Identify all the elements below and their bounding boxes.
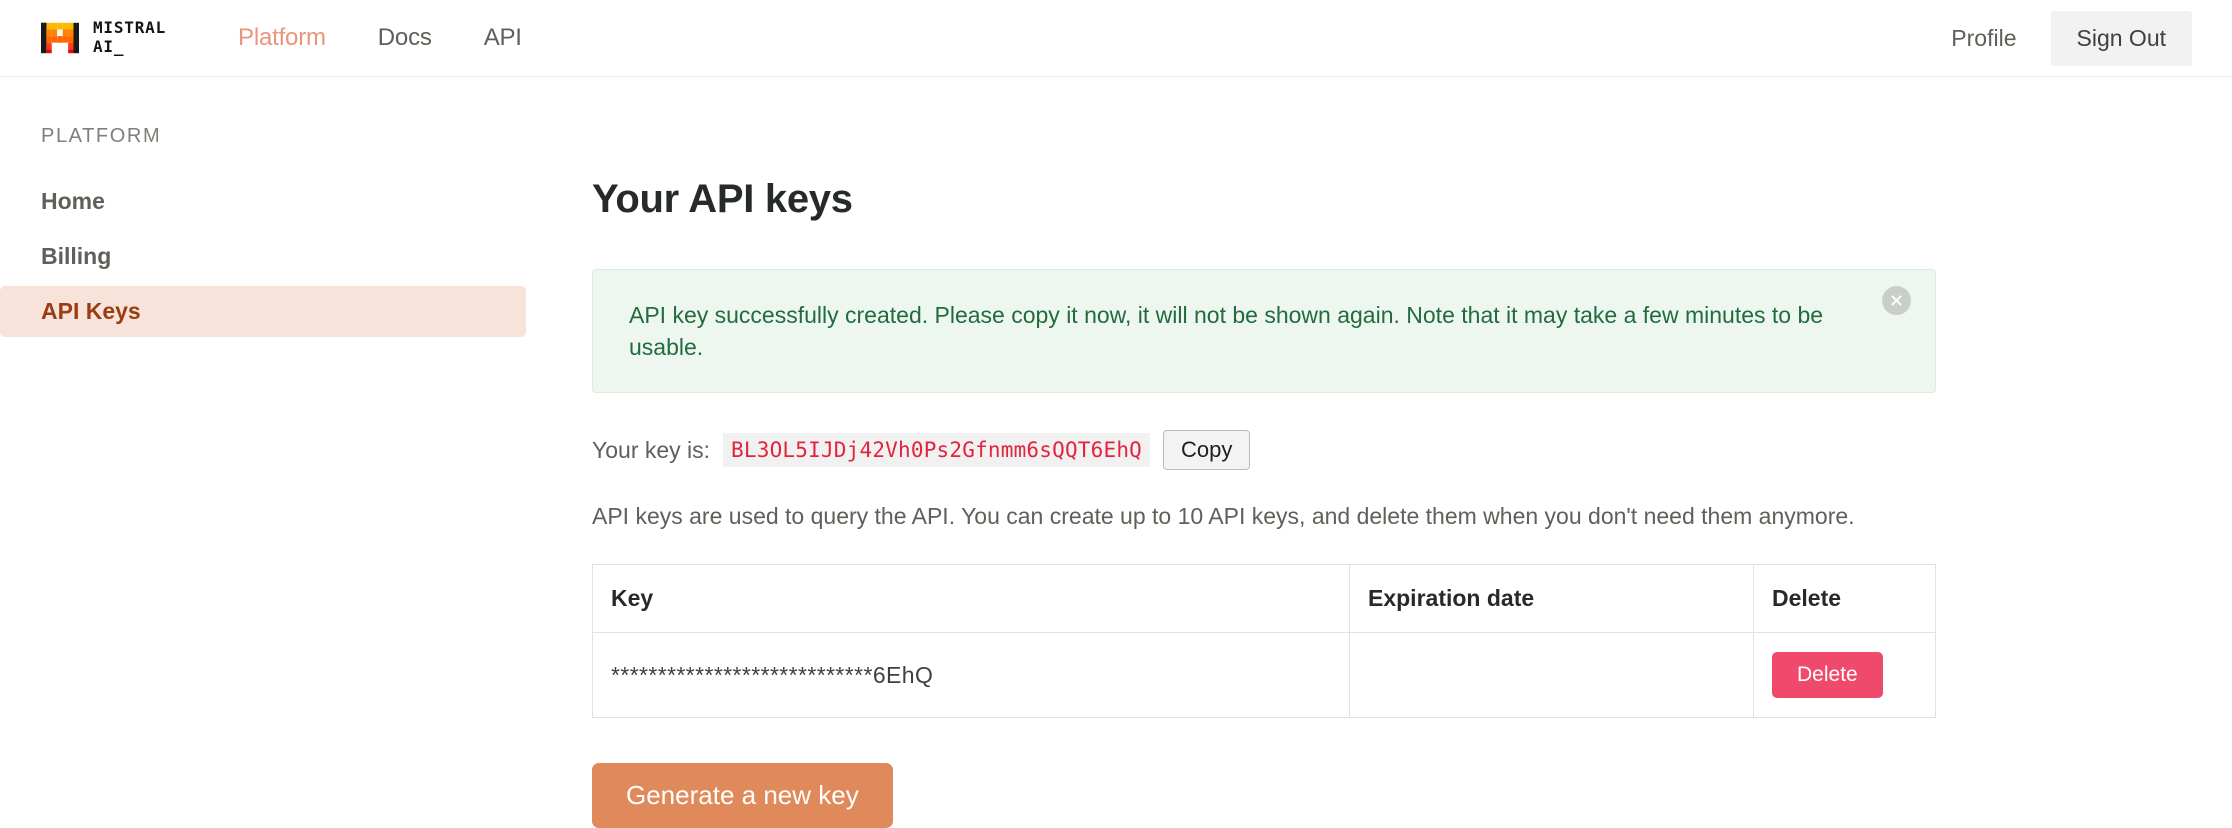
sidebar-item-home[interactable]: Home bbox=[0, 176, 526, 227]
top-navbar: MISTRAL AI_ Platform Docs API Profile Si… bbox=[0, 0, 2232, 77]
generate-new-key-button[interactable]: Generate a new key bbox=[592, 763, 893, 828]
delete-key-button[interactable]: Delete bbox=[1772, 652, 1883, 699]
brand-logo-link[interactable]: MISTRAL AI_ bbox=[41, 19, 166, 57]
alert-message: API key successfully created. Please cop… bbox=[629, 302, 1824, 361]
api-keys-table: Key Expiration date Delete *************… bbox=[592, 564, 1936, 719]
mistral-logo-icon bbox=[41, 19, 79, 57]
sidebar-section-label: PLATFORM bbox=[41, 125, 162, 147]
column-header-expiration-date: Expiration date bbox=[1349, 564, 1754, 634]
masked-key-value: ****************************6EhQ bbox=[611, 661, 934, 688]
sidebar-item-api-keys[interactable]: API Keys bbox=[0, 286, 526, 337]
nav-link-platform[interactable]: Platform bbox=[238, 24, 326, 52]
column-header-key: Key bbox=[592, 564, 1350, 634]
page-title: Your API keys bbox=[592, 177, 853, 221]
column-header-delete: Delete bbox=[1753, 564, 1936, 634]
your-key-label: Your key is: bbox=[592, 436, 711, 463]
profile-link[interactable]: Profile bbox=[1951, 25, 2016, 52]
brand-name: MISTRAL AI_ bbox=[93, 18, 167, 56]
main-content: Your API keys API key successfully creat… bbox=[555, 77, 2232, 828]
table-row: ****************************6EhQ Delete bbox=[592, 632, 1936, 718]
generated-key-row: Your key is: BL3OL5IJDj42Vh0Ps2Gfnmm6sQQ… bbox=[592, 430, 1936, 471]
cell-expiration-date bbox=[1349, 632, 1754, 718]
table-header-row: Key Expiration date Delete bbox=[592, 564, 1936, 634]
api-keys-description: API keys are used to query the API. You … bbox=[592, 503, 1855, 530]
cell-delete: Delete bbox=[1754, 633, 1936, 718]
sidebar-nav: Home Billing API Keys bbox=[0, 176, 555, 337]
sidebar-item-billing[interactable]: Billing bbox=[0, 231, 526, 282]
nav-link-api[interactable]: API bbox=[484, 24, 522, 52]
table-body: ****************************6EhQ Delete bbox=[592, 632, 1936, 718]
sign-out-button[interactable]: Sign Out bbox=[2050, 10, 2192, 66]
generated-key-value[interactable]: BL3OL5IJDj42Vh0Ps2Gfnmm6sQQT6EhQ bbox=[723, 433, 1151, 468]
page-body: PLATFORM Home Billing API Keys Your API … bbox=[0, 77, 2232, 828]
close-icon[interactable] bbox=[1882, 286, 1911, 315]
table-header: Key Expiration date Delete bbox=[592, 564, 1936, 634]
cell-key: ****************************6EhQ bbox=[592, 632, 1350, 718]
sidebar: PLATFORM Home Billing API Keys bbox=[0, 77, 555, 341]
copy-button[interactable]: Copy bbox=[1163, 430, 1251, 471]
success-alert: API key successfully created. Please cop… bbox=[592, 269, 1936, 394]
nav-link-docs[interactable]: Docs bbox=[378, 24, 432, 52]
nav-right-group: Profile Sign Out bbox=[1951, 10, 2192, 66]
primary-nav: Platform Docs API bbox=[238, 24, 522, 52]
